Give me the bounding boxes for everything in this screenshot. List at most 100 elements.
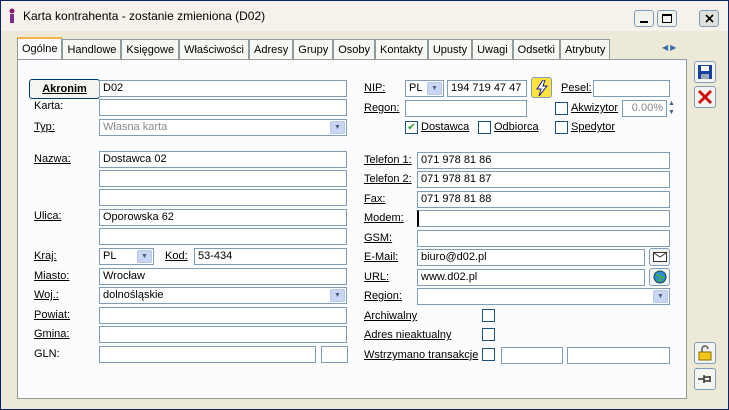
percent-spinner[interactable]: ▲ ▼ xyxy=(668,99,677,118)
tab-handlowe[interactable]: Handlowe xyxy=(62,39,122,59)
modem-label: Modem: xyxy=(364,212,404,224)
odbiorca-checkbox[interactable] xyxy=(478,121,491,134)
telefon2-input[interactable]: 071 978 81 87 xyxy=(417,171,670,188)
tab-grupy[interactable]: Grupy xyxy=(293,39,334,59)
tab-scroll-arrows[interactable]: ◀▶ xyxy=(662,43,678,52)
chevron-down-icon[interactable]: ▼ xyxy=(330,289,345,302)
nazwa-input-1[interactable]: Dostawca 02 xyxy=(99,151,347,168)
telefon2-label: Telefon 2: xyxy=(364,173,412,185)
pin-button[interactable] xyxy=(694,368,716,390)
fax-label: Fax: xyxy=(364,193,386,205)
powiat-label: Powiat: xyxy=(34,309,71,321)
nip-country-value: PL xyxy=(409,82,423,94)
email-input[interactable]: biuro@d02.pl xyxy=(417,249,645,266)
akronim-button[interactable]: Akronim xyxy=(29,79,100,99)
wstrzymano-checkbox[interactable] xyxy=(482,348,495,361)
maximize-button[interactable] xyxy=(657,10,677,27)
woj-combo[interactable]: dolnośląskie ▼ xyxy=(99,287,347,304)
regon-input[interactable] xyxy=(405,100,527,117)
powiat-input[interactable] xyxy=(99,307,347,324)
tab-odsetki[interactable]: Odsetki xyxy=(512,39,560,59)
open-url-button[interactable] xyxy=(649,268,670,286)
chevron-down-icon[interactable]: ▼ xyxy=(653,290,668,303)
regon-label: Regon: xyxy=(364,102,400,114)
akwizytor-label: Akwizytor xyxy=(571,102,619,114)
miasto-label: Miasto: xyxy=(34,270,70,282)
window-title: Karta kontrahenta - zostanie zmieniona (… xyxy=(23,9,266,23)
nazwa-input-2[interactable] xyxy=(99,170,347,187)
akronim-input[interactable]: D02 xyxy=(99,80,347,97)
tab-adresy[interactable]: Adresy xyxy=(249,39,294,59)
adres-nieaktualny-checkbox[interactable] xyxy=(482,328,495,341)
close-icon xyxy=(697,89,713,105)
tab-kontakty[interactable]: Kontakty xyxy=(375,39,428,59)
cancel-button[interactable] xyxy=(694,86,716,108)
tab-ogólne[interactable]: Ogólne xyxy=(17,37,63,59)
fax-input[interactable]: 071 978 81 88 xyxy=(417,191,670,208)
ulica-input-2[interactable] xyxy=(99,228,347,245)
karta-label: Karta: xyxy=(34,100,64,112)
lightning-button[interactable] xyxy=(531,77,552,98)
kod-label: Kod: xyxy=(165,250,188,262)
minimize-button[interactable] xyxy=(634,10,654,27)
nazwa-input-3[interactable] xyxy=(99,189,347,206)
typ-label: Typ: xyxy=(34,121,55,133)
adres-nieaktualny-label: Adres nieaktualny xyxy=(364,329,452,341)
save-button[interactable] xyxy=(694,61,716,83)
ulica-label: Ulica: xyxy=(34,210,62,222)
wstrzymano-to-input[interactable] xyxy=(567,347,670,364)
send-email-button[interactable] xyxy=(649,248,670,266)
nip-label: NIP: xyxy=(364,82,386,94)
nip-input[interactable]: 194 719 47 47 xyxy=(447,80,527,97)
nip-country-combo[interactable]: PL ▼ xyxy=(405,80,444,97)
telefon1-input[interactable]: 071 978 81 86 xyxy=(417,152,670,169)
globe-icon xyxy=(653,270,666,284)
gsm-input[interactable] xyxy=(417,230,670,247)
typ-combo[interactable]: Własna karta ▼ xyxy=(99,119,347,136)
spedytor-checkbox[interactable] xyxy=(555,121,568,134)
archiwalny-checkbox[interactable] xyxy=(482,309,495,322)
akwizytor-percent-input[interactable]: 0.00% xyxy=(622,100,667,117)
gln-check-input[interactable] xyxy=(321,346,348,363)
nazwa-label: Nazwa: xyxy=(34,153,71,165)
akwizytor-checkbox[interactable] xyxy=(555,102,568,115)
gln-label: GLN: xyxy=(34,348,60,360)
gln-input[interactable] xyxy=(99,346,316,363)
tab-atrybuty[interactable]: Atrybuty xyxy=(559,39,611,59)
tab-upusty[interactable]: Upusty xyxy=(427,39,473,59)
chevron-down-icon[interactable]: ▼ xyxy=(427,82,442,95)
title-bar[interactable]: Karta kontrahenta - zostanie zmieniona (… xyxy=(1,1,728,31)
lightning-icon xyxy=(535,79,548,96)
typ-value: Własna karta xyxy=(103,121,168,133)
tab-osoby[interactable]: Osoby xyxy=(333,39,376,59)
kod-input[interactable]: 53-434 xyxy=(194,248,347,265)
kraj-combo[interactable]: PL ▼ xyxy=(99,248,154,265)
pesel-input[interactable] xyxy=(593,80,670,97)
ulica-input-1[interactable]: Oporowska 62 xyxy=(99,209,347,226)
tab-uwagi[interactable]: Uwagi xyxy=(472,39,513,59)
url-input[interactable]: www.d02.pl xyxy=(417,269,645,286)
spedytor-label: Spedytor xyxy=(571,121,616,133)
woj-label: Woj.: xyxy=(34,289,59,301)
chevron-down-icon[interactable]: ▼ xyxy=(137,250,152,263)
lock-button[interactable] xyxy=(694,342,716,364)
odbiorca-label: Odbiorca xyxy=(494,121,539,133)
modem-input[interactable] xyxy=(417,210,670,227)
dostawca-checkbox[interactable]: ✔ xyxy=(405,121,418,134)
akronim-button-label: Akronim xyxy=(42,83,87,95)
chevron-down-icon[interactable]: ▼ xyxy=(330,121,345,134)
dostawca-label: Dostawca xyxy=(421,121,470,133)
tab-księgowe[interactable]: Księgowe xyxy=(121,39,180,59)
region-combo[interactable]: ▼ xyxy=(417,288,670,305)
tab-właściwości[interactable]: Właściwości xyxy=(179,39,250,59)
wstrzymano-from-input[interactable] xyxy=(501,347,563,364)
padlock-icon xyxy=(698,345,712,361)
close-window-button[interactable] xyxy=(699,10,719,27)
karta-input[interactable] xyxy=(99,99,347,116)
gmina-label: Gmina: xyxy=(34,328,70,340)
miasto-input[interactable]: Wrocław xyxy=(99,268,347,285)
tab-panel-ogolne: Akronim D02 Karta: Typ: Własna karta ▼ Na… xyxy=(17,59,687,399)
gmina-input[interactable] xyxy=(99,326,347,343)
gsm-label: GSM: xyxy=(364,232,393,244)
woj-value: dolnośląskie xyxy=(103,289,164,301)
